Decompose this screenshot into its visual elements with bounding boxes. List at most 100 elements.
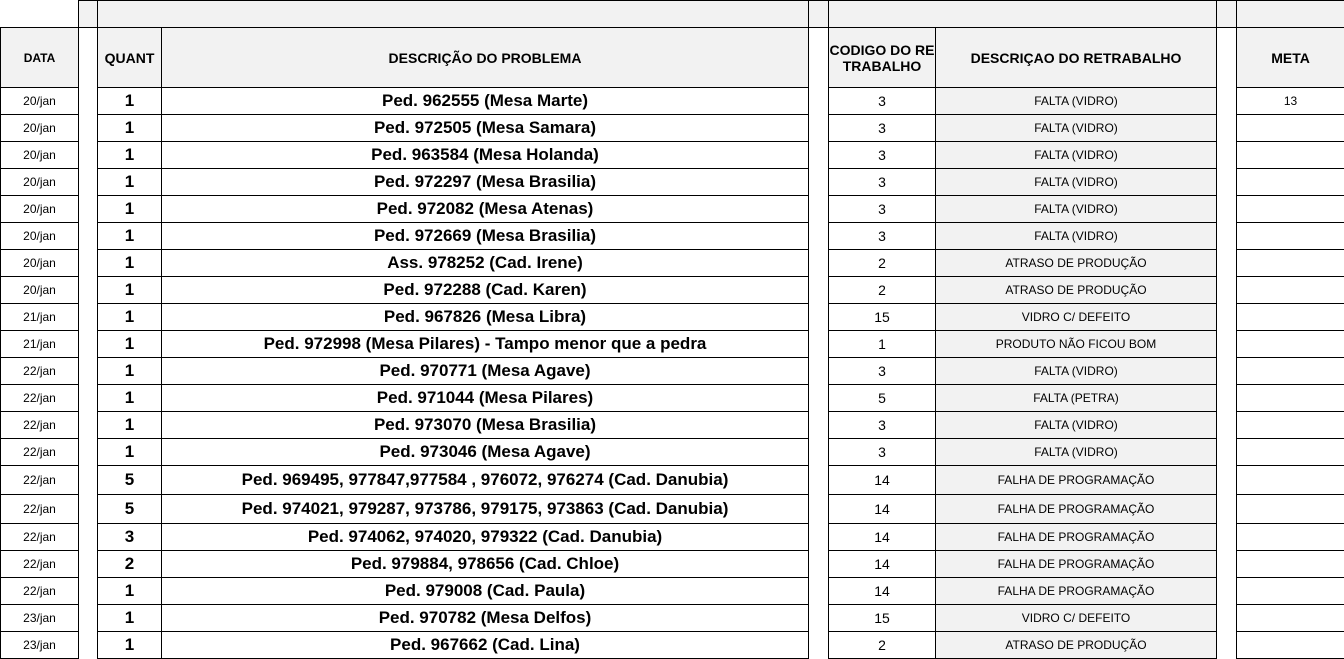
rework-description-cell: FALHA DE PROGRAMAÇÃO	[936, 578, 1217, 605]
quantity-cell: 5	[98, 495, 162, 524]
meta-cell	[1237, 385, 1344, 412]
spacer-cell	[809, 331, 829, 358]
rework-description-cell: FALTA (VIDRO)	[936, 142, 1217, 169]
spacer-cell	[809, 385, 829, 412]
meta-cell	[1237, 578, 1344, 605]
top-blank-row	[1, 1, 1344, 28]
spacer-cell	[1217, 466, 1237, 495]
date-cell: 20/jan	[1, 277, 79, 304]
problem-description-cell: Ped. 971044 (Mesa Pilares)	[162, 385, 809, 412]
spacer-cell	[79, 169, 98, 196]
table-row: 22/jan1Ped. 979008 (Cad. Paula)14FALHA D…	[1, 578, 1344, 605]
table-row: 22/jan1Ped. 973070 (Mesa Brasilia)3FALTA…	[1, 412, 1344, 439]
meta-cell	[1237, 551, 1344, 578]
meta-cell	[1237, 358, 1344, 385]
meta-cell: 13	[1237, 88, 1344, 115]
spacer-cell	[1217, 223, 1237, 250]
rework-code-cell: 3	[829, 115, 936, 142]
date-cell: 21/jan	[1, 331, 79, 358]
problem-description-cell: Ped. 972297 (Mesa Brasilia)	[162, 169, 809, 196]
table-row: 22/jan2Ped. 979884, 978656 (Cad. Chloe)1…	[1, 551, 1344, 578]
rework-description-cell: FALTA (VIDRO)	[936, 358, 1217, 385]
spacer-cell	[809, 578, 829, 605]
spacer-cell	[1217, 88, 1237, 115]
rework-description-cell: ATRASO DE PRODUÇÃO	[936, 250, 1217, 277]
problem-description-cell: Ped. 970782 (Mesa Delfos)	[162, 605, 809, 632]
rework-description-cell: PRODUTO NÃO FICOU BOM	[936, 331, 1217, 358]
rework-code-cell: 3	[829, 142, 936, 169]
spacer-cell	[1217, 169, 1237, 196]
problem-description-cell: Ped. 973070 (Mesa Brasilia)	[162, 412, 809, 439]
spacer-cell	[1217, 250, 1237, 277]
rework-description-cell: FALTA (PETRA)	[936, 385, 1217, 412]
quantity-cell: 3	[98, 524, 162, 551]
spacer-cell	[809, 632, 829, 659]
rework-description-cell: FALHA DE PROGRAMAÇÃO	[936, 551, 1217, 578]
table-row: 22/jan1Ped. 970771 (Mesa Agave)3FALTA (V…	[1, 358, 1344, 385]
spacer-cell	[79, 358, 98, 385]
problem-description-cell: Ped. 973046 (Mesa Agave)	[162, 439, 809, 466]
problem-description-cell: Ped. 962555 (Mesa Marte)	[162, 88, 809, 115]
table-row: 20/jan1Ped. 972669 (Mesa Brasilia)3FALTA…	[1, 223, 1344, 250]
table-row: 21/jan1Ped. 972998 (Mesa Pilares) - Tamp…	[1, 331, 1344, 358]
rework-description-cell: FALTA (VIDRO)	[936, 115, 1217, 142]
spacer-cell	[1217, 115, 1237, 142]
meta-cell	[1237, 439, 1344, 466]
rework-code-cell: 14	[829, 551, 936, 578]
table-row: 21/jan1Ped. 967826 (Mesa Libra)15VIDRO C…	[1, 304, 1344, 331]
meta-cell	[1237, 169, 1344, 196]
date-cell: 21/jan	[1, 304, 79, 331]
spacer-cell	[79, 495, 98, 524]
table-row: 22/jan1Ped. 973046 (Mesa Agave)3FALTA (V…	[1, 439, 1344, 466]
meta-cell	[1237, 524, 1344, 551]
quantity-cell: 1	[98, 605, 162, 632]
date-cell: 22/jan	[1, 495, 79, 524]
quantity-cell: 1	[98, 142, 162, 169]
spacer-cell	[1217, 524, 1237, 551]
meta-cell	[1237, 412, 1344, 439]
date-cell: 22/jan	[1, 385, 79, 412]
rework-code-cell: 15	[829, 605, 936, 632]
rework-code-cell: 14	[829, 466, 936, 495]
meta-cell	[1237, 277, 1344, 304]
rework-description-cell: FALHA DE PROGRAMAÇÃO	[936, 495, 1217, 524]
quantity-cell: 1	[98, 304, 162, 331]
date-cell: 20/jan	[1, 88, 79, 115]
problem-description-cell: Ped. 974021, 979287, 973786, 979175, 973…	[162, 495, 809, 524]
rework-code-cell: 14	[829, 495, 936, 524]
spacer-cell	[79, 88, 98, 115]
quantity-cell: 1	[98, 196, 162, 223]
quantity-cell: 1	[98, 439, 162, 466]
rework-description-cell: FALTA (VIDRO)	[936, 196, 1217, 223]
date-cell: 22/jan	[1, 358, 79, 385]
meta-cell	[1237, 605, 1344, 632]
rework-code-cell: 3	[829, 412, 936, 439]
table-row: 23/jan1Ped. 967662 (Cad. Lina)2ATRASO DE…	[1, 632, 1344, 659]
spacer-cell	[79, 304, 98, 331]
header-quant: QUANT	[98, 28, 162, 88]
spacer-cell	[79, 551, 98, 578]
quantity-cell: 1	[98, 385, 162, 412]
table-row: 20/jan1Ped. 972288 (Cad. Karen)2ATRASO D…	[1, 277, 1344, 304]
spacer-cell	[809, 524, 829, 551]
meta-cell	[1237, 196, 1344, 223]
header-row: DATA QUANT DESCRIÇÃO DO PROBLEMA CODIGO …	[1, 28, 1344, 88]
table-row: 20/jan1Ass. 978252 (Cad. Irene)2ATRASO D…	[1, 250, 1344, 277]
rework-code-cell: 3	[829, 196, 936, 223]
problem-description-cell: Ped. 972669 (Mesa Brasilia)	[162, 223, 809, 250]
rework-code-cell: 3	[829, 169, 936, 196]
header-date: DATA	[1, 28, 79, 88]
rework-code-cell: 3	[829, 88, 936, 115]
problem-description-cell: Ped. 972505 (Mesa Samara)	[162, 115, 809, 142]
spacer-cell	[1217, 277, 1237, 304]
header-code: CODIGO DO RETRABALHO	[829, 28, 936, 88]
date-cell: 22/jan	[1, 578, 79, 605]
quantity-cell: 1	[98, 358, 162, 385]
quantity-cell: 1	[98, 277, 162, 304]
spacer-cell	[79, 331, 98, 358]
date-cell: 20/jan	[1, 142, 79, 169]
date-cell: 22/jan	[1, 551, 79, 578]
spacer-cell	[809, 495, 829, 524]
date-cell: 20/jan	[1, 196, 79, 223]
problem-description-cell: Ass. 978252 (Cad. Irene)	[162, 250, 809, 277]
